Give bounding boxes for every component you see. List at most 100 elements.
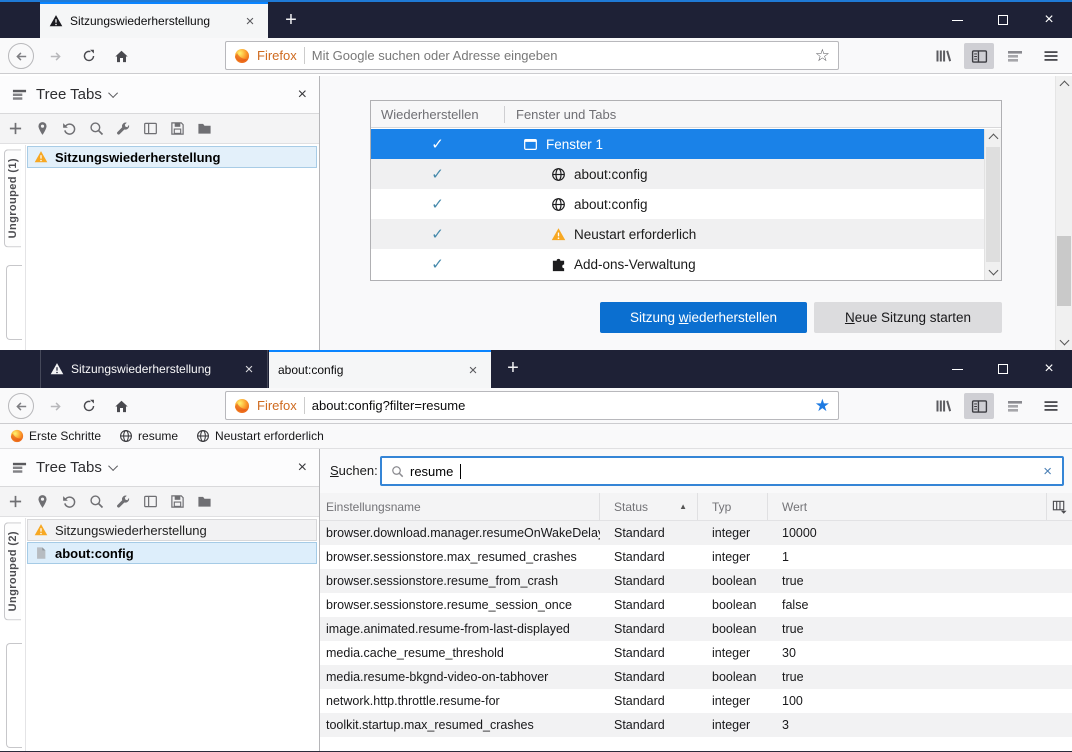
close-button[interactable]: × (1026, 2, 1072, 38)
back-button[interactable] (8, 393, 34, 419)
url-bar[interactable]: Firefox Mit Google suchen oder Adresse e… (225, 41, 839, 70)
scroll-up-icon[interactable] (1060, 81, 1070, 91)
tree-row-addons-verwaltung[interactable]: ✓ Add-ons-Verwaltung (371, 249, 984, 279)
chevron-down-icon[interactable] (108, 461, 118, 471)
sidebar-close-icon[interactable]: × (298, 86, 307, 104)
close-button[interactable]: × (1026, 350, 1072, 388)
pref-row[interactable]: toolkit.startup.max_resumed_crashesStand… (320, 713, 1072, 737)
menu-button[interactable] (1036, 393, 1066, 419)
pref-row[interactable]: media.cache_resume_thresholdStandardinte… (320, 641, 1072, 665)
search-icon[interactable] (89, 494, 104, 509)
tree-row-neustart-erforderlich[interactable]: ✓ Neustart erforderlich (371, 219, 984, 249)
pref-row[interactable]: image.animated.resume-from-last-displaye… (320, 617, 1072, 641)
undo-icon[interactable] (62, 494, 77, 509)
sidebar-close-icon[interactable]: × (298, 459, 307, 477)
bookmark-resume[interactable]: resume (119, 429, 178, 443)
tab-group-label[interactable]: Ungrouped (1) (4, 149, 21, 247)
checkmark-icon[interactable]: ✓ (371, 225, 504, 243)
save-session-icon[interactable] (170, 494, 185, 509)
checkmark-icon[interactable]: ✓ (371, 195, 504, 213)
reload-button[interactable] (76, 43, 102, 69)
tab-close-icon[interactable]: × (464, 362, 482, 379)
menu-button[interactable] (1036, 43, 1066, 69)
sidebar-tab-about-config[interactable]: about:config (27, 542, 317, 564)
reload-button[interactable] (76, 393, 102, 419)
bookmark-star-icon[interactable]: ★ (815, 396, 830, 416)
scroll-down-icon[interactable] (1060, 336, 1070, 346)
checkmark-icon[interactable]: ✓ (371, 165, 504, 183)
tab-group-label[interactable]: Ungrouped (2) (4, 522, 21, 620)
sidebar-tab-session-restore[interactable]: Sitzungswiederherstellung (27, 519, 317, 541)
column-typ[interactable]: Typ (698, 493, 768, 520)
tree-row-fenster-1[interactable]: ✓ Fenster 1 (371, 129, 984, 159)
empty-group-outline[interactable] (6, 265, 22, 340)
bookmark-star-icon[interactable]: ☆ (815, 46, 830, 66)
library-button[interactable] (928, 43, 958, 69)
bookmark-neustart-erforderlich[interactable]: Neustart erforderlich (196, 429, 324, 443)
pref-row[interactable]: browser.download.manager.resumeOnWakeDel… (320, 521, 1072, 545)
tree-scrollbar[interactable] (984, 129, 1001, 280)
pref-row[interactable]: network.http.throttle.resume-forStandard… (320, 689, 1072, 713)
page-scrollbar[interactable] (1055, 76, 1072, 350)
minimize-button[interactable] (934, 2, 980, 38)
new-session-button[interactable]: Neue Sitzung starten (814, 302, 1002, 333)
column-wert[interactable]: Wert (768, 493, 1047, 520)
settings-wrench-icon[interactable] (116, 494, 131, 509)
minimize-button[interactable] (934, 350, 980, 388)
scroll-down-icon[interactable] (989, 266, 999, 276)
column-status[interactable]: Status▲ (600, 493, 698, 520)
search-icon[interactable] (89, 121, 104, 136)
column-einstellungsname[interactable]: Einstellungsname (320, 493, 600, 520)
pref-row[interactable]: browser.sessionstore.max_resumed_crashes… (320, 545, 1072, 569)
new-tab-button[interactable]: + (276, 6, 306, 34)
library-button[interactable] (928, 393, 958, 419)
home-button[interactable] (108, 43, 134, 69)
restore-session-button[interactable]: Sitzung wiederherstellen (600, 302, 807, 333)
column-picker-button[interactable] (1047, 499, 1072, 514)
bookmark-erste-schritte[interactable]: Erste Schritte (10, 429, 101, 443)
pin-icon[interactable] (35, 121, 50, 136)
sidebars-button[interactable] (964, 43, 994, 69)
back-button[interactable] (8, 43, 34, 69)
column-fenster-und-tabs[interactable]: Fenster und Tabs (505, 107, 616, 122)
checkmark-icon[interactable]: ✓ (371, 135, 504, 153)
tab-close-icon[interactable]: × (241, 13, 259, 30)
save-session-icon[interactable] (170, 121, 185, 136)
new-tab-button[interactable]: + (498, 354, 528, 382)
forward-button[interactable] (42, 43, 68, 69)
tab-about-config[interactable]: about:config × (269, 350, 491, 388)
clear-search-icon[interactable]: × (1043, 463, 1052, 480)
folder-icon[interactable] (197, 121, 212, 136)
search-input[interactable]: resume × (380, 456, 1064, 486)
pref-row[interactable]: media.resume-bkgnd-video-on-tabhoverStan… (320, 665, 1072, 689)
home-button[interactable] (108, 393, 134, 419)
pin-icon[interactable] (35, 494, 50, 509)
settings-wrench-icon[interactable] (116, 121, 131, 136)
sidebar-tab-session-restore[interactable]: Sitzungswiederherstellung (27, 146, 317, 168)
undo-icon[interactable] (62, 121, 77, 136)
scrollbar-thumb[interactable] (986, 147, 1000, 262)
panel-icon[interactable] (143, 494, 158, 509)
tree-tabs-toolbar-button[interactable] (1000, 393, 1030, 419)
pref-row[interactable]: browser.sessionstore.resume_session_once… (320, 593, 1072, 617)
tree-row-about-config[interactable]: ✓ about:config (371, 159, 984, 189)
tab-session-restore[interactable]: Sitzungswiederherstellung × (40, 2, 268, 38)
checkmark-icon[interactable]: ✓ (371, 255, 504, 273)
scroll-up-icon[interactable] (989, 134, 999, 144)
forward-button[interactable] (42, 393, 68, 419)
new-tab-icon[interactable] (8, 121, 23, 136)
sidebars-button[interactable] (964, 393, 994, 419)
chevron-down-icon[interactable] (108, 88, 118, 98)
panel-icon[interactable] (143, 121, 158, 136)
tree-tabs-toolbar-button[interactable] (1000, 43, 1030, 69)
tab-session-restore[interactable]: Sitzungswiederherstellung × (40, 350, 268, 388)
url-bar[interactable]: Firefox about:config?filter=resume ★ (225, 391, 839, 420)
folder-icon[interactable] (197, 494, 212, 509)
maximize-button[interactable] (980, 2, 1026, 38)
tree-row-about-config-2[interactable]: ✓ about:config (371, 189, 984, 219)
pref-row[interactable]: browser.sessionstore.resume_from_crashSt… (320, 569, 1072, 593)
tab-close-icon[interactable]: × (240, 361, 258, 378)
empty-group-outline[interactable] (6, 643, 22, 748)
maximize-button[interactable] (980, 350, 1026, 388)
scrollbar-thumb[interactable] (1057, 236, 1071, 306)
